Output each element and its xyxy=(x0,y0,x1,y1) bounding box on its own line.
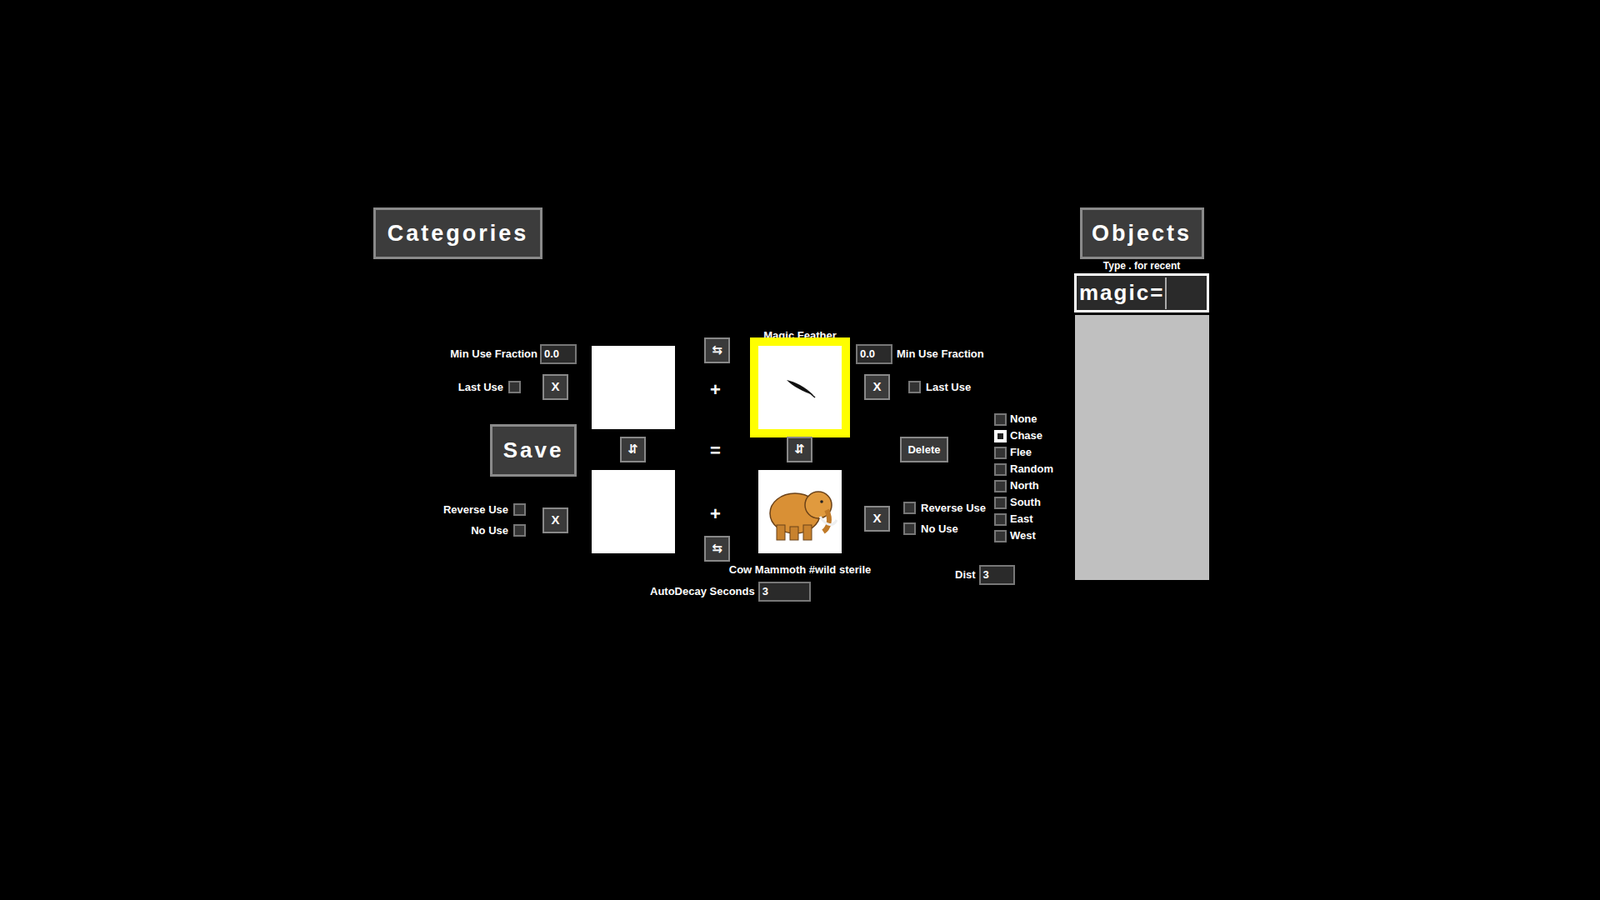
movement-checkbox[interactable] xyxy=(994,430,1007,443)
no-use-label: No Use xyxy=(920,520,959,538)
delete-button[interactable]: Delete xyxy=(900,436,949,463)
object-list[interactable] xyxy=(1075,315,1210,580)
feather-icon xyxy=(783,375,817,400)
movement-checkbox[interactable] xyxy=(994,480,1007,493)
flip-button[interactable]: ⇵ xyxy=(620,436,646,463)
movement-options: NoneChaseFleeRandomNorthSouthEastWest xyxy=(994,410,1054,545)
movement-option[interactable]: Flee xyxy=(994,444,1054,461)
dist-label: Dist xyxy=(955,566,976,584)
swap-button[interactable]: ⇆ xyxy=(704,535,730,562)
reverse-use-label: Reverse Use xyxy=(920,500,986,517)
movement-label: Random xyxy=(1010,460,1054,478)
clear-button[interactable]: X xyxy=(864,374,890,400)
clear-button[interactable]: X xyxy=(864,505,890,532)
last-use-checkbox[interactable] xyxy=(908,380,921,394)
movement-checkbox[interactable] xyxy=(994,463,1007,476)
movement-label: West xyxy=(1010,527,1036,545)
no-use-checkbox[interactable] xyxy=(513,524,526,537)
clear-button[interactable]: X xyxy=(542,507,569,534)
movement-option[interactable]: None xyxy=(994,410,1054,428)
new-target-slot[interactable] xyxy=(758,470,842,554)
autodecay-label: AutoDecay Seconds xyxy=(650,583,755,600)
equals-sign: = xyxy=(710,436,721,465)
new-actor-slot[interactable] xyxy=(591,470,675,554)
movement-label: Chase xyxy=(1010,427,1043,445)
objects-button[interactable]: Objects xyxy=(1080,207,1205,260)
reverse-use-checkbox[interactable] xyxy=(513,503,526,516)
reverse-use-checkbox[interactable] xyxy=(903,501,916,515)
search-hint: Type . for recent xyxy=(1103,260,1180,272)
min-use-fraction-label: Min Use Fraction xyxy=(450,345,538,363)
clear-button[interactable]: X xyxy=(542,374,569,400)
swap-button[interactable]: ⇆ xyxy=(704,337,730,364)
movement-option[interactable]: East xyxy=(994,510,1054,528)
movement-label: None xyxy=(1010,410,1038,428)
no-use-checkbox[interactable] xyxy=(903,522,916,535)
movement-option[interactable]: South xyxy=(994,494,1054,511)
editor-screen: Categories ObjectsType . for recentmagic=… xyxy=(0,0,1600,900)
mammoth-icon xyxy=(760,476,840,547)
movement-label: North xyxy=(1010,477,1040,495)
flip-button[interactable]: ⇵ xyxy=(786,436,813,463)
plus-sign: + xyxy=(710,375,721,404)
min-use-fraction-field[interactable]: 0.0 xyxy=(855,344,893,365)
no-use-label: No Use xyxy=(470,522,509,540)
movement-label: East xyxy=(1010,510,1033,528)
target-slot[interactable] xyxy=(750,337,850,438)
min-use-fraction-field[interactable]: 0.0 xyxy=(540,344,577,365)
last-use-checkbox[interactable] xyxy=(508,380,521,394)
new-target-label: Cow Mammoth #wild sterile xyxy=(729,561,871,579)
movement-checkbox[interactable] xyxy=(994,446,1007,460)
plus-sign: + xyxy=(710,500,721,528)
last-use-label: Last Use xyxy=(925,379,971,396)
categories-button[interactable]: Categories xyxy=(373,207,543,260)
autodecay-field[interactable]: 3 xyxy=(758,581,811,602)
movement-label: Flee xyxy=(1010,444,1032,461)
last-use-label: Last Use xyxy=(458,379,504,396)
movement-checkbox[interactable] xyxy=(994,530,1007,543)
movement-option[interactable]: North xyxy=(994,477,1054,495)
movement-option[interactable]: West xyxy=(994,527,1054,545)
actor-slot[interactable] xyxy=(591,345,675,430)
reverse-use-label: Reverse Use xyxy=(443,501,509,519)
dist-field[interactable]: 3 xyxy=(979,565,1015,585)
search-field[interactable]: magic= xyxy=(1074,273,1210,313)
movement-option[interactable]: Random xyxy=(994,460,1054,478)
movement-checkbox[interactable] xyxy=(994,513,1007,526)
movement-checkbox[interactable] xyxy=(994,413,1007,426)
save-button[interactable]: Save xyxy=(490,424,577,477)
movement-option[interactable]: Chase xyxy=(994,427,1054,445)
movement-checkbox[interactable] xyxy=(994,496,1007,510)
min-use-fraction-label: Min Use Fraction xyxy=(896,345,985,363)
movement-label: South xyxy=(1010,494,1041,511)
